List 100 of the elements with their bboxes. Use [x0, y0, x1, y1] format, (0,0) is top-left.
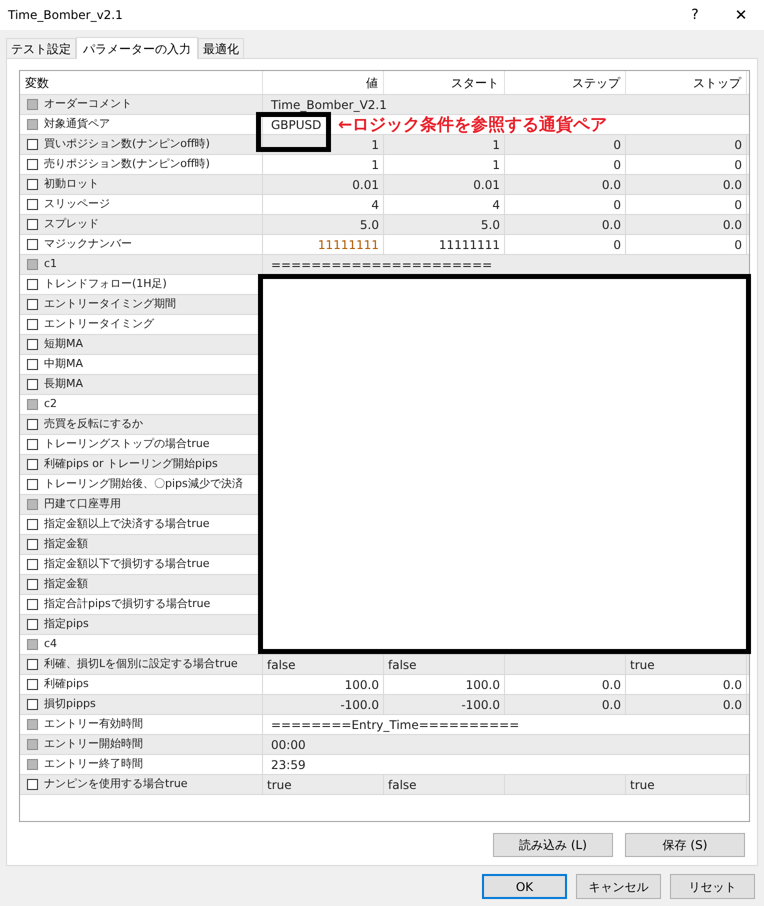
value-cell[interactable]: 0.0 — [626, 675, 747, 694]
tab[interactable]: テスト設定 — [6, 38, 76, 58]
value-cell[interactable]: 0 — [626, 195, 747, 214]
value-cell[interactable]: 0.0 — [505, 675, 626, 694]
value-cell[interactable]: 0 — [626, 155, 747, 174]
value-cell[interactable]: -100.0 — [263, 695, 384, 714]
checkbox[interactable] — [27, 659, 38, 670]
parameter-name: トレーリング開始後、〇pips減少で決済 — [44, 476, 243, 492]
value-cell[interactable]: true — [263, 775, 384, 794]
close-button[interactable]: ✕ — [718, 0, 764, 30]
value-cell[interactable]: 11111111 — [384, 235, 505, 254]
parameter-name: マジックナンバー — [44, 236, 132, 252]
tab[interactable]: パラメーターの入力 — [76, 37, 198, 59]
value-cell[interactable]: 1 — [384, 135, 505, 154]
parameter-name: c2 — [44, 396, 58, 412]
checkbox[interactable] — [27, 599, 38, 610]
value-cell[interactable]: 0.0 — [626, 175, 747, 194]
parameter-name: トレンドフォロー(1H足) — [44, 276, 167, 292]
value-cell[interactable]: 11111111 — [263, 235, 384, 254]
value-cell[interactable]: 0 — [626, 135, 747, 154]
checkbox[interactable] — [27, 319, 38, 330]
value-cell[interactable]: 0.0 — [505, 215, 626, 234]
checkbox[interactable] — [27, 219, 38, 230]
checkbox[interactable] — [27, 679, 38, 690]
parameter-name: エントリータイミング期間 — [44, 296, 176, 312]
checkbox[interactable] — [27, 539, 38, 550]
value-cell[interactable]: 0.0 — [626, 695, 747, 714]
checkbox[interactable] — [27, 459, 38, 470]
value-cell[interactable]: 0.01 — [263, 175, 384, 194]
value-cell[interactable]: 0 — [505, 235, 626, 254]
parameter-name: オーダーコメント — [44, 96, 132, 112]
value-cell[interactable]: 100.0 — [263, 675, 384, 694]
checkbox[interactable] — [27, 139, 38, 150]
value-cell[interactable]: 1 — [263, 155, 384, 174]
parameter-name: スプレッド — [44, 216, 99, 232]
checkbox[interactable] — [27, 179, 38, 190]
checkbox[interactable] — [27, 479, 38, 490]
checkbox[interactable] — [27, 519, 38, 530]
checkbox[interactable] — [27, 359, 38, 370]
parameter-name: 売買を反転にするか — [44, 416, 143, 432]
value-cell[interactable]: 0 — [505, 155, 626, 174]
value-cell[interactable]: 5.0 — [263, 215, 384, 234]
checkbox[interactable] — [27, 559, 38, 570]
checkbox[interactable] — [27, 299, 38, 310]
parameter-name: エントリー開始時間 — [44, 736, 143, 752]
dialog-button[interactable]: キャンセル — [576, 874, 661, 899]
value-cell[interactable]: 0 — [505, 135, 626, 154]
value-cell[interactable]: 0 — [626, 235, 747, 254]
dialog-button[interactable]: リセット — [670, 874, 755, 899]
checkbox[interactable] — [27, 239, 38, 250]
column-header[interactable]: ステップ — [505, 71, 626, 94]
value-cell[interactable]: 0 — [505, 195, 626, 214]
parameter-name: 利確pips or トレーリング開始pips — [44, 456, 218, 472]
checkbox[interactable] — [27, 199, 38, 210]
parameter-name: c1 — [44, 256, 58, 272]
value-cell[interactable]: -100.0 — [384, 695, 505, 714]
value-cell[interactable]: true — [626, 775, 747, 794]
parameter-name: 長期MA — [44, 376, 84, 392]
parameter-name: 指定pips — [44, 616, 89, 632]
checkbox[interactable] — [27, 419, 38, 430]
parameter-name: 短期MA — [44, 336, 84, 352]
column-header[interactable]: ストップ — [626, 71, 747, 94]
help-button[interactable]: ? — [672, 0, 718, 30]
value-cell[interactable]: 0.0 — [505, 175, 626, 194]
checkbox[interactable] — [27, 279, 38, 290]
checkbox[interactable] — [27, 779, 38, 790]
parameter-name: 初動ロット — [44, 176, 99, 192]
checkbox[interactable] — [27, 579, 38, 590]
checkbox[interactable] — [27, 379, 38, 390]
parameter-name: 利確pips — [44, 676, 89, 692]
panel-button[interactable]: 保存 (S) — [625, 833, 745, 857]
column-header[interactable]: 値 — [263, 71, 384, 94]
value-cell[interactable]: false — [384, 655, 505, 674]
parameter-name: 指定金額 — [44, 576, 88, 592]
value-cell[interactable]: 5.0 — [384, 215, 505, 234]
checkbox[interactable] — [27, 619, 38, 630]
parameter-name: エントリータイミング — [44, 316, 154, 332]
checkbox[interactable] — [27, 339, 38, 350]
value-cell[interactable]: 1 — [263, 135, 384, 154]
panel-button[interactable]: 読み込み (L) — [493, 833, 613, 857]
value-cell[interactable]: 4 — [384, 195, 505, 214]
value-cell[interactable]: false — [384, 775, 505, 794]
checkbox[interactable] — [27, 699, 38, 710]
value-cell[interactable]: 0.01 — [384, 175, 505, 194]
value-cell[interactable]: 4 — [263, 195, 384, 214]
value-cell[interactable]: 100.0 — [384, 675, 505, 694]
parameter-name: 指定金額以下で損切する場合true — [44, 556, 210, 572]
column-header[interactable]: 変数 — [20, 71, 263, 94]
tab[interactable]: 最適化 — [198, 38, 244, 58]
checkbox[interactable] — [27, 159, 38, 170]
parameter-name: 指定合計pipsで損切する場合true — [44, 596, 210, 612]
value-cell[interactable]: 1 — [384, 155, 505, 174]
callout-text: ←ロジック条件を参照する通貨ペア — [338, 115, 608, 135]
value-cell[interactable]: false — [263, 655, 384, 674]
value-cell[interactable]: 0.0 — [505, 695, 626, 714]
value-cell[interactable]: true — [626, 655, 747, 674]
dialog-button[interactable]: OK — [482, 874, 567, 899]
checkbox[interactable] — [27, 439, 38, 450]
column-header[interactable]: スタート — [384, 71, 505, 94]
value-cell[interactable]: 0.0 — [626, 215, 747, 234]
